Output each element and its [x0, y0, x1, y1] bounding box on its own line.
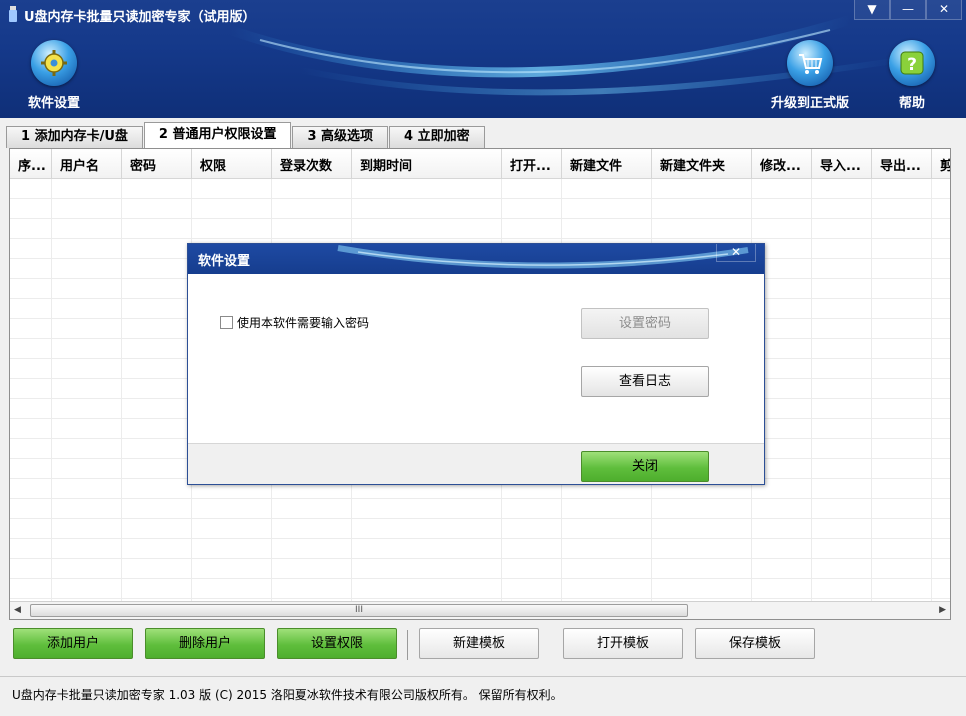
col-expiry[interactable]: 到期时间 — [352, 149, 502, 178]
col-password[interactable]: 密码 — [122, 149, 192, 178]
set-password-button[interactable]: 设置密码 — [581, 308, 709, 339]
svg-text:?: ? — [907, 55, 917, 75]
add-user-button[interactable]: 添加用户 — [13, 628, 133, 659]
set-permission-button[interactable]: 设置权限 — [277, 628, 397, 659]
gear-icon — [31, 40, 77, 86]
help-icon: ? — [889, 40, 935, 86]
scroll-left-icon[interactable]: ◀ — [14, 605, 21, 615]
require-password-label: 使用本软件需要输入密码 — [237, 316, 370, 330]
cart-icon — [787, 40, 833, 86]
col-modify[interactable]: 修改... — [752, 149, 812, 178]
open-template-button[interactable]: 打开模板 — [563, 628, 683, 659]
new-template-button[interactable]: 新建模板 — [419, 628, 539, 659]
upgrade-button[interactable]: 升级到正式版 — [770, 40, 850, 111]
col-import[interactable]: 导入... — [812, 149, 872, 178]
menu-dropdown-button[interactable]: ▼ — [854, 0, 890, 20]
checkbox-box[interactable] — [220, 316, 233, 329]
copyright-text: U盘内存卡批量只读加密专家 1.03 版 (C) 2015 洛阳夏冰软件技术有限… — [12, 688, 563, 702]
delete-user-button[interactable]: 删除用户 — [145, 628, 265, 659]
step-tabs: 1 添加内存卡/U盘 2 普通用户权限设置 3 高级选项 4 立即加密 — [6, 122, 486, 148]
tab-advanced-options[interactable]: 3 高级选项 — [292, 126, 389, 148]
view-log-button[interactable]: 查看日志 — [581, 366, 709, 397]
dialog-close-button[interactable]: 关闭 — [581, 451, 709, 482]
col-username[interactable]: 用户名 — [52, 149, 122, 178]
dialog-swoosh-decoration — [337, 245, 749, 269]
horizontal-scrollbar[interactable]: ◀ III ▶ — [10, 601, 950, 619]
help-button[interactable]: ? 帮助 — [888, 40, 936, 111]
col-new-folder[interactable]: 新建文件夹 — [652, 149, 752, 178]
close-window-button[interactable]: ✕ — [926, 0, 962, 20]
col-new-file[interactable]: 新建文件 — [562, 149, 652, 178]
scroll-thumb[interactable]: III — [30, 604, 688, 617]
save-template-button[interactable]: 保存模板 — [695, 628, 815, 659]
window-title: U盘内存卡批量只读加密专家（试用版） — [24, 10, 256, 25]
dialog-body: 使用本软件需要输入密码 设置密码 查看日志 — [188, 274, 764, 444]
dialog-title: 软件设置 — [198, 254, 251, 269]
app-header: U盘内存卡批量只读加密专家（试用版） ▼ — ✕ 软件设置 升级到正式版 ? 帮… — [0, 0, 966, 118]
minimize-button[interactable]: — — [890, 0, 926, 20]
dialog-title-bar: 软件设置 ✕ — [188, 244, 764, 274]
table-header: 序... 用户名 密码 权限 登录次数 到期时间 打开... 新建文件 新建文件… — [10, 149, 950, 179]
status-bar: U盘内存卡批量只读加密专家 1.03 版 (C) 2015 洛阳夏冰软件技术有限… — [0, 676, 966, 716]
col-login-count[interactable]: 登录次数 — [272, 149, 352, 178]
dialog-close-icon[interactable]: ✕ — [716, 244, 756, 262]
window-controls: ▼ — ✕ — [854, 0, 962, 20]
tab-user-permissions[interactable]: 2 普通用户权限设置 — [143, 122, 292, 148]
col-permission[interactable]: 权限 — [192, 149, 272, 178]
scroll-right-icon[interactable]: ▶ — [939, 605, 946, 615]
tab-add-card[interactable]: 1 添加内存卡/U盘 — [6, 126, 143, 148]
usb-app-icon — [9, 6, 17, 22]
help-label: 帮助 — [898, 96, 925, 111]
software-settings-label: 软件设置 — [27, 96, 80, 111]
upgrade-label: 升级到正式版 — [770, 96, 849, 111]
require-password-checkbox[interactable]: 使用本软件需要输入密码 — [220, 314, 369, 331]
settings-dialog: 软件设置 ✕ 使用本软件需要输入密码 设置密码 查看日志 关闭 — [187, 243, 765, 485]
software-settings-button[interactable]: 软件设置 — [26, 40, 82, 111]
tab-encrypt-now[interactable]: 4 立即加密 — [389, 126, 485, 148]
button-separator — [407, 630, 408, 660]
col-cut[interactable]: 剪 — [932, 149, 950, 178]
col-export[interactable]: 导出... — [872, 149, 932, 178]
col-open[interactable]: 打开... — [502, 149, 562, 178]
col-index[interactable]: 序... — [10, 149, 52, 178]
